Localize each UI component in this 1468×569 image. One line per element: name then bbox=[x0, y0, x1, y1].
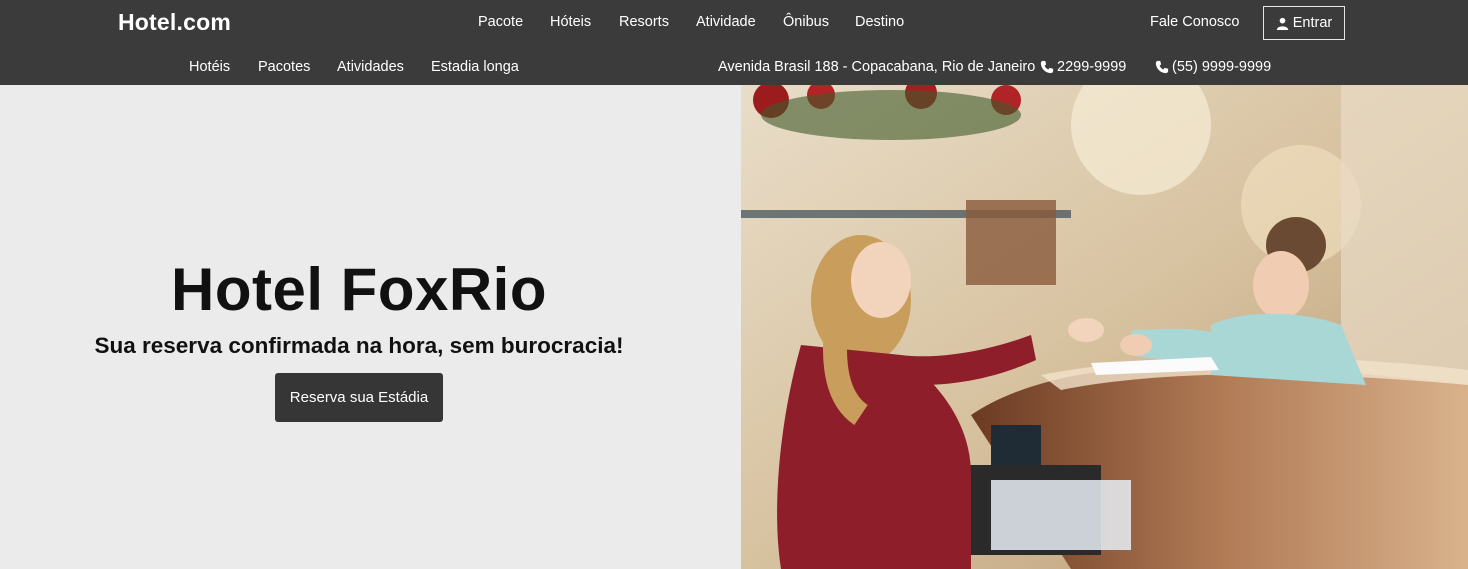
main-nav: Pacote Hóteis Resorts Atividade Ônibus D… bbox=[0, 14, 1468, 34]
top-navbar: Hotel.com Pacote Hóteis Resorts Atividad… bbox=[0, 0, 1468, 85]
subnav-item-estadia-longa[interactable]: Estadia longa bbox=[431, 59, 519, 75]
hero-image bbox=[741, 85, 1468, 569]
book-stay-button[interactable]: Reserva sua Estádia bbox=[275, 373, 443, 422]
nav-item-atividade[interactable]: Atividade bbox=[696, 14, 756, 30]
phone-1-number: 2299-9999 bbox=[1057, 59, 1127, 75]
nav-item-destino[interactable]: Destino bbox=[855, 14, 904, 30]
nav-item-hoteis[interactable]: Hóteis bbox=[550, 14, 591, 30]
phone-1[interactable]: 2299-9999 bbox=[1040, 59, 1126, 75]
phone-icon bbox=[1155, 60, 1169, 74]
login-label: Entrar bbox=[1292, 15, 1333, 31]
phone-icon bbox=[1040, 60, 1054, 74]
nav-item-pacote[interactable]: Pacote bbox=[478, 14, 523, 30]
hero-title: Hotel FoxRio bbox=[171, 256, 547, 323]
hero-section bbox=[0, 85, 741, 569]
subnav-item-hoteis[interactable]: Hotéis bbox=[189, 59, 230, 75]
user-icon bbox=[1276, 17, 1288, 30]
hero-subtitle: Sua reserva confirmada na hora, sem buro… bbox=[94, 333, 624, 358]
nav-item-resorts[interactable]: Resorts bbox=[619, 14, 669, 30]
subnav-item-atividades[interactable]: Atividades bbox=[337, 59, 404, 75]
address-text: Avenida Brasil 188 - Copacabana, Rio de … bbox=[718, 59, 1036, 75]
nav-item-onibus[interactable]: Ônibus bbox=[783, 14, 829, 30]
login-button[interactable]: Entrar bbox=[1263, 6, 1345, 40]
phone-2-number: (55) 9999-9999 bbox=[1172, 59, 1272, 75]
contact-link[interactable]: Fale Conosco bbox=[1150, 14, 1239, 30]
phone-2[interactable]: (55) 9999-9999 bbox=[1155, 59, 1271, 75]
subnav-item-pacotes[interactable]: Pacotes bbox=[258, 59, 310, 75]
